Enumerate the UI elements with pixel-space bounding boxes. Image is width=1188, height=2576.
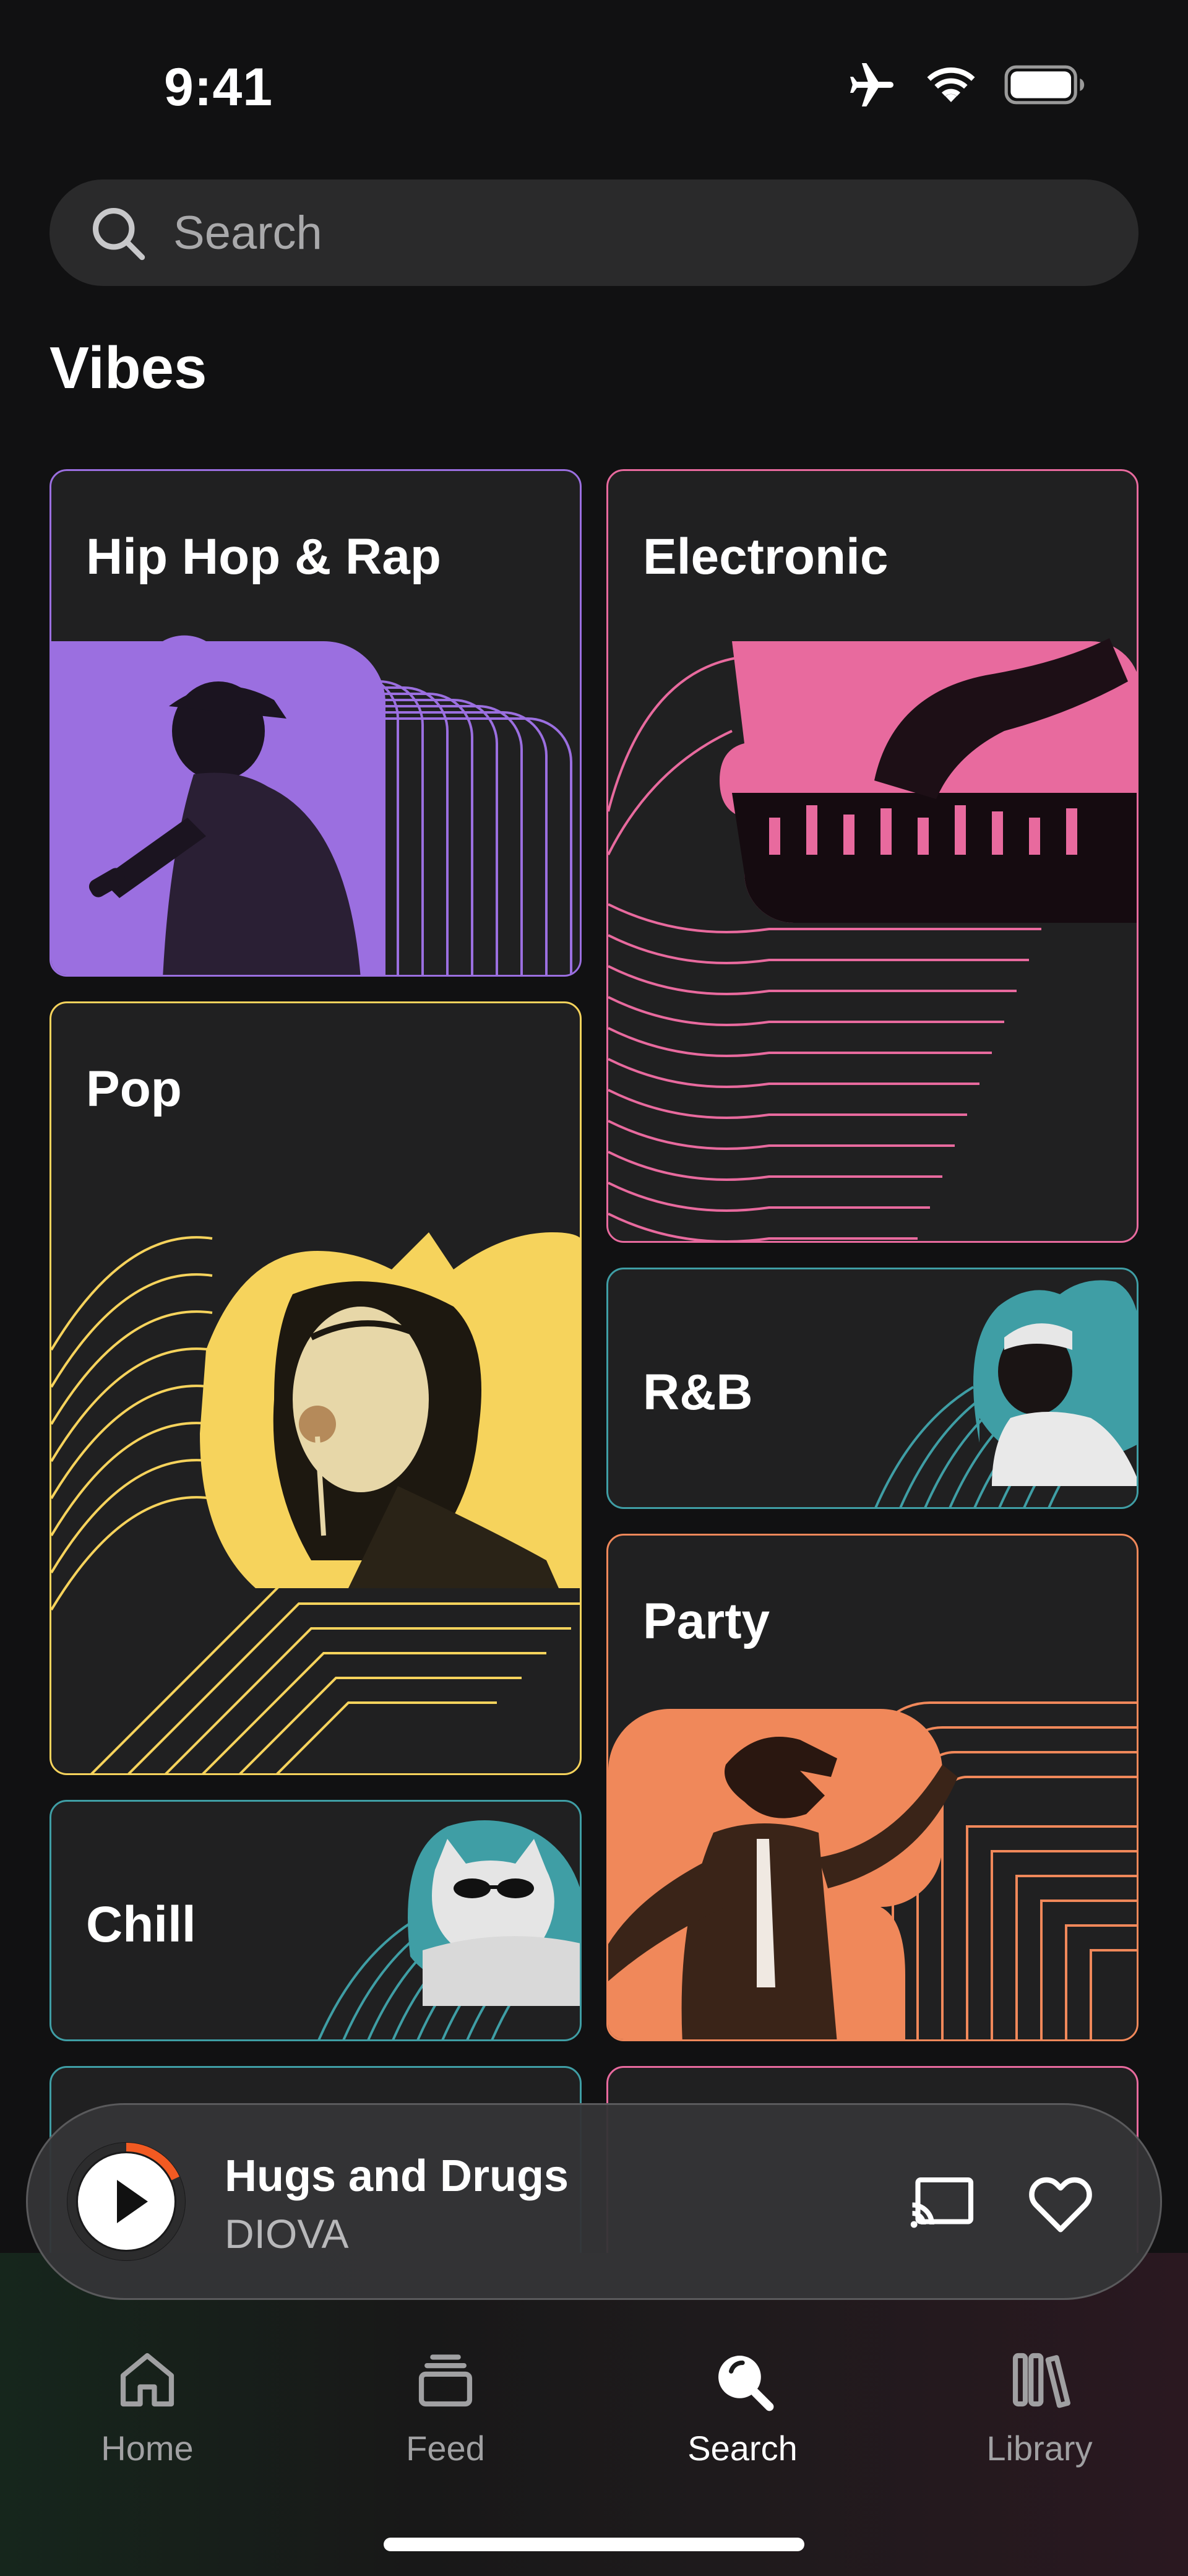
search-icon [718,2356,774,2411]
genre-card-pop[interactable]: Pop [50,1001,582,1775]
cast-icon[interactable] [909,2174,977,2230]
home-icon [120,2353,174,2407]
library-icon [1012,2353,1070,2408]
genre-card-rnb[interactable]: R&B [606,1268,1138,1509]
tab-label: Search [687,2429,798,2468]
tab-label: Feed [406,2429,485,2468]
home-indicator [384,2538,804,2551]
genre-card-label: Hip Hop & Rap [86,529,441,585]
tab-label: Home [101,2429,194,2468]
genre-card-label: Chill [86,1896,196,1953]
section-title: Vibes [50,335,207,401]
status-bar: 9:41 [0,0,1188,161]
tab-search[interactable]: Search [650,2346,835,2468]
genre-card-label: Party [643,1593,770,1649]
battery-icon [1004,65,1085,105]
play-progress-ring[interactable] [61,2137,191,2267]
tab-feed[interactable]: Feed [353,2346,538,2468]
tab-home[interactable]: Home [54,2346,240,2468]
status-icons [846,63,1086,106]
genre-card-hip-hop[interactable]: Hip Hop & Rap [50,469,582,977]
electronic-artwork [608,638,1137,1241]
search-icon [93,208,145,261]
tab-library[interactable]: Library [947,2346,1132,2468]
wifi-icon [927,67,975,102]
pop-artwork [51,1232,580,1773]
genre-card-label: Electronic [643,529,889,585]
tab-label: Library [986,2429,1093,2468]
mini-player[interactable]: Hugs and Drugs DIOVA [26,2103,1162,2300]
track-title: Hugs and Drugs [225,2151,569,2201]
search-screen: 9:41 Search Vibes Hip Hop & Rap Electron… [0,0,1188,2576]
feed-icon [418,2354,473,2407]
genre-card-label: Pop [86,1061,182,1117]
track-artist: DIOVA [225,2211,349,2257]
genre-card-chill[interactable]: Chill [50,1800,582,2041]
genre-card-label: R&B [643,1364,753,1420]
genre-card-party[interactable]: Party [606,1534,1138,2041]
tab-bar: Home Feed Search Library [0,2253,1188,2576]
heart-icon[interactable] [1027,2172,1095,2234]
search-input[interactable]: Search [50,179,1138,286]
airplane-icon [850,63,893,106]
status-time: 9:41 [164,58,273,117]
genre-card-electronic[interactable]: Electronic [606,469,1138,1243]
search-placeholder: Search [173,206,322,259]
